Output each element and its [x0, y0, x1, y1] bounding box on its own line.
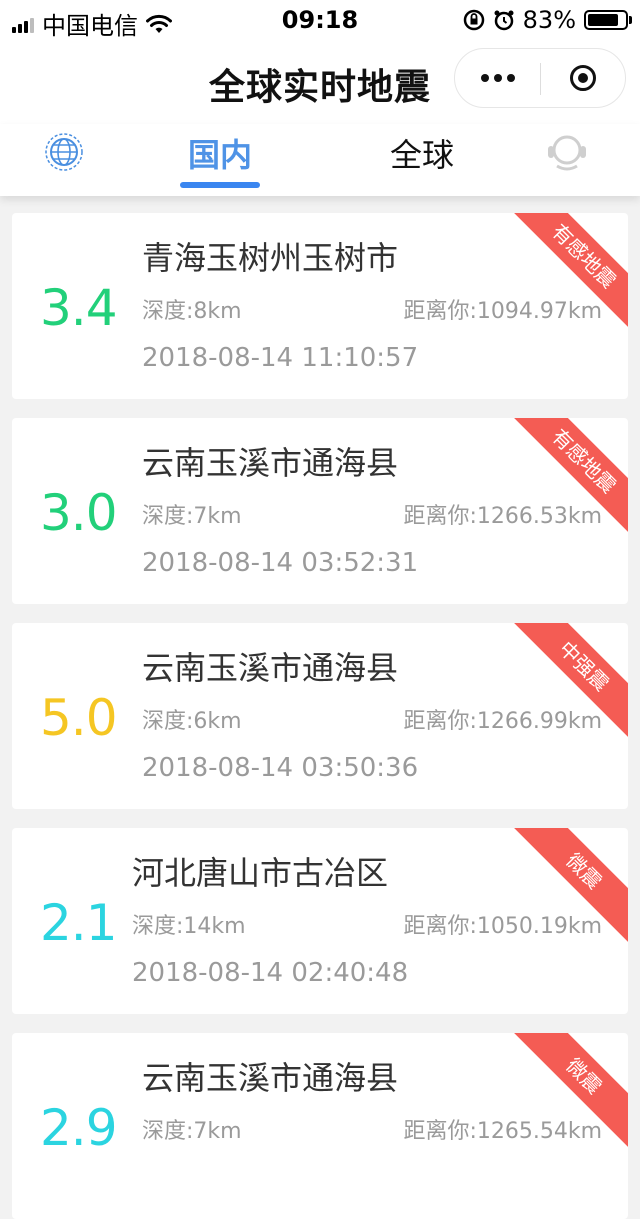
quake-time: 2018-08-14 11:10:57 — [142, 343, 419, 373]
status-right: 83% — [463, 6, 632, 34]
magnitude-value: 3.4 — [40, 279, 118, 337]
tab-bar: 国内 全球 — [0, 124, 640, 196]
quake-time: 2018-08-14 03:52:31 — [142, 548, 419, 578]
more-dot-icon — [507, 74, 515, 82]
quake-depth: 深度:7km — [142, 1119, 242, 1144]
quake-distance: 距离你:1266.99km — [403, 709, 602, 734]
status-bar: 中国电信 09:18 83% — [0, 0, 640, 40]
quake-card[interactable]: 3.4 青海玉树州玉树市 深度:8km 距离你:1094.97km 2018-0… — [12, 213, 628, 399]
quake-time: 2018-08-14 03:50:36 — [142, 753, 419, 783]
more-dot-icon — [481, 74, 489, 82]
quake-card[interactable]: 2.1 河北唐山市古冶区 深度:14km 距离你:1050.19km 2018-… — [12, 828, 628, 1014]
quake-card[interactable]: 5.0 云南玉溪市通海县 深度:6km 距离你:1266.99km 2018-0… — [12, 623, 628, 809]
magnitude-value: 5.0 — [40, 689, 118, 747]
nav-bar: 全球实时地震 — [0, 40, 640, 124]
quake-card[interactable]: 2.9 云南玉溪市通海县 深度:7km 距离你:1265.54km 微震 — [12, 1033, 628, 1219]
quake-time: 2018-08-14 02:40:48 — [132, 958, 409, 988]
mini-program-capsule — [454, 48, 626, 108]
quake-depth: 深度:14km — [132, 914, 246, 939]
close-button[interactable] — [541, 49, 625, 107]
active-tab-indicator — [180, 182, 260, 188]
quake-depth: 深度:6km — [142, 709, 242, 734]
more-dot-icon — [494, 74, 502, 82]
rotation-lock-icon — [463, 9, 484, 31]
quake-distance: 距离你:1265.54km — [403, 1119, 602, 1144]
quake-location: 河北唐山市古冶区 — [132, 854, 389, 892]
globe-icon[interactable] — [44, 132, 84, 172]
quake-card[interactable]: 3.0 云南玉溪市通海县 深度:7km 距离你:1266.53km 2018-0… — [12, 418, 628, 604]
quake-location: 云南玉溪市通海县 — [142, 1059, 399, 1097]
tab-domestic[interactable]: 国内 — [188, 130, 252, 176]
quake-distance: 距离你:1266.53km — [403, 504, 602, 529]
more-button[interactable] — [455, 49, 541, 107]
magnitude-value: 3.0 — [40, 484, 118, 542]
quake-depth: 深度:7km — [142, 504, 242, 529]
quake-depth: 深度:8km — [142, 299, 242, 324]
quake-distance: 距离你:1050.19km — [403, 914, 602, 939]
tab-global[interactable]: 全球 — [390, 130, 454, 176]
magnitude-value: 2.9 — [40, 1099, 118, 1157]
close-target-icon — [570, 65, 596, 91]
battery-icon — [584, 10, 632, 30]
battery-fill — [588, 14, 618, 26]
customer-service-icon[interactable] — [544, 132, 590, 172]
alarm-icon — [494, 10, 514, 31]
quake-distance: 距离你:1094.97km — [403, 299, 602, 324]
quake-location: 云南玉溪市通海县 — [142, 649, 399, 687]
quake-location: 青海玉树州玉树市 — [142, 239, 399, 277]
battery-percent: 83% — [522, 6, 576, 34]
magnitude-value: 2.1 — [40, 894, 118, 952]
quake-location: 云南玉溪市通海县 — [142, 444, 399, 482]
